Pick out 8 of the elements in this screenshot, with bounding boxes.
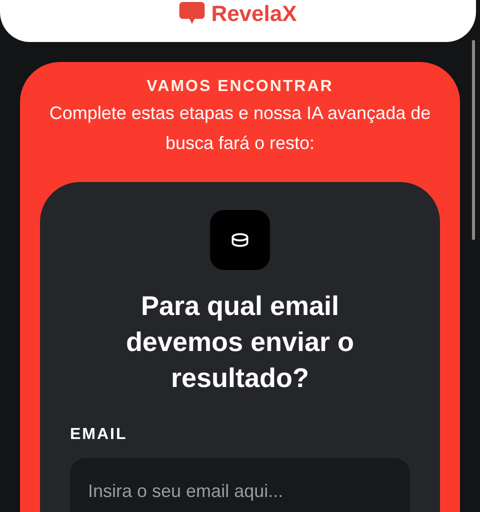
scrollbar[interactable]: [472, 40, 475, 240]
field-label: EMAIL: [70, 426, 128, 444]
logo-text: RevelaX: [211, 2, 297, 26]
email-field[interactable]: Insira o seu email aqui...: [70, 458, 410, 512]
chat-bubble-icon: [179, 2, 206, 24]
intro-text: Complete estas etapas e nossa IA avançada de busca fará o resto:: [48, 102, 432, 155]
eyebrow-text: VAMOS ENCONTRAR: [146, 78, 334, 96]
question-title: Para qual email devemos enviar o resultado?: [124, 290, 356, 395]
